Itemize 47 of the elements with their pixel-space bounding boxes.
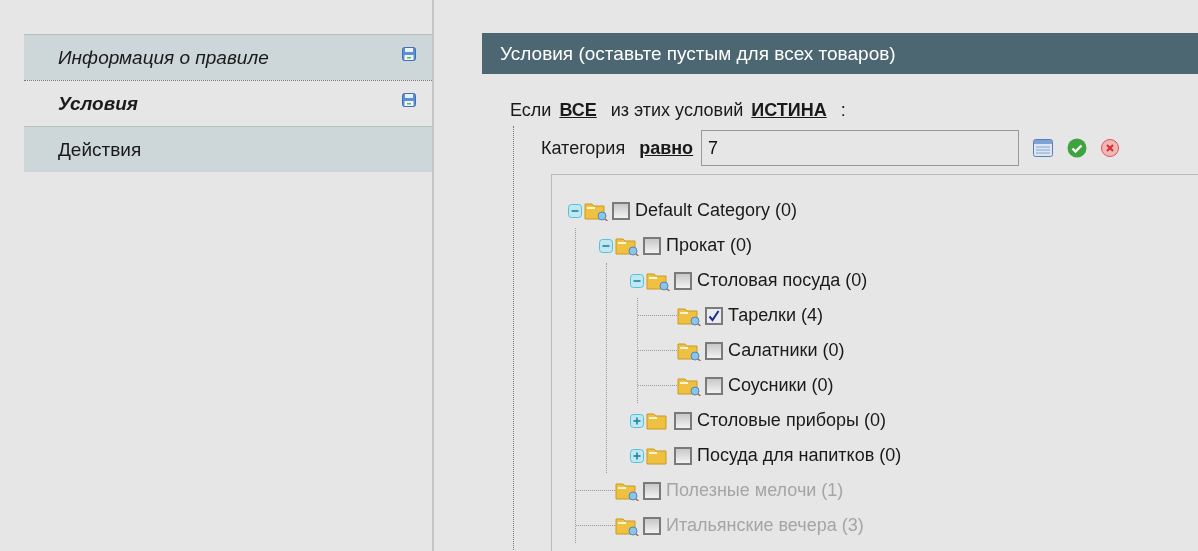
folder-icon	[646, 445, 670, 466]
section-header: Условия (оставьте пустым для всех товаров)	[482, 33, 1198, 74]
category-label[interactable]: Столовая посуда (0)	[697, 270, 868, 291]
folder-search-icon	[677, 375, 701, 396]
category-checkbox[interactable]	[705, 376, 723, 395]
category-checkbox[interactable]	[674, 271, 692, 290]
folder-search-icon	[677, 340, 701, 361]
category-checkbox[interactable]	[674, 446, 692, 465]
attribute-label: Категория	[541, 137, 626, 159]
collapse-icon[interactable]	[599, 238, 613, 253]
folder-search-icon	[615, 235, 639, 256]
value-link[interactable]: ИСТИНА	[751, 99, 827, 121]
folder-search-icon	[584, 200, 608, 221]
list-icon[interactable]	[1033, 139, 1054, 157]
folder-search-icon	[615, 480, 639, 501]
folder-icon	[646, 410, 670, 431]
operator-link[interactable]: равно	[639, 137, 694, 159]
category-checkbox[interactable]	[705, 306, 723, 325]
folder-search-icon	[646, 270, 670, 291]
expand-icon[interactable]	[630, 448, 644, 463]
category-checkbox[interactable]	[705, 341, 723, 360]
sidebar-tab[interactable]: Действия	[24, 126, 432, 172]
category-label[interactable]: Прокат (0)	[666, 235, 753, 256]
save-icon	[402, 92, 416, 107]
category-label[interactable]: Соусники (0)	[728, 375, 834, 396]
value-field[interactable]: 7	[701, 130, 1020, 166]
condition-text: :	[840, 99, 846, 121]
category-checkbox[interactable]	[643, 236, 661, 255]
category-checkbox[interactable]	[674, 411, 692, 430]
collapse-icon[interactable]	[630, 273, 644, 288]
condition-text: из этих условий	[610, 99, 744, 121]
category-label[interactable]: Посуда для напитков (0)	[697, 445, 902, 466]
expand-icon[interactable]	[630, 413, 644, 428]
category-checkbox[interactable]	[612, 201, 630, 220]
category-label[interactable]: Столовые приборы (0)	[697, 410, 886, 431]
folder-search-icon	[677, 305, 701, 326]
category-label[interactable]: Тарелки (4)	[728, 305, 824, 326]
category-label[interactable]: Default Category (0)	[635, 200, 798, 221]
category-label[interactable]: Салатники (0)	[728, 340, 845, 361]
collapse-icon[interactable]	[568, 203, 582, 218]
save-icon	[402, 46, 416, 61]
aggregator-link[interactable]: ВСЕ	[559, 99, 597, 121]
condition-text: Если	[510, 99, 552, 121]
apply-icon[interactable]	[1067, 138, 1088, 158]
remove-icon[interactable]	[1101, 139, 1120, 157]
folder-search-icon	[615, 515, 639, 536]
sidebar-tab[interactable]: Информация о правиле	[24, 34, 432, 80]
